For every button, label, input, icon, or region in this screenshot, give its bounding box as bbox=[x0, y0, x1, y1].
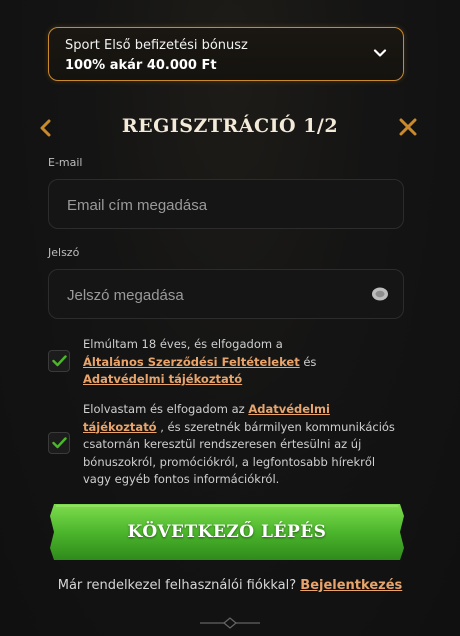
checkmark-icon bbox=[52, 355, 67, 367]
password-field[interactable] bbox=[65, 270, 369, 320]
terms-link[interactable]: Általános Szerződési Feltételeket bbox=[83, 355, 300, 369]
consent1-mid: és bbox=[303, 354, 317, 369]
bonus-value: 100% akár 40.000 Ft bbox=[65, 58, 217, 73]
consent2-text: Elolvastam és elfogadom az bbox=[83, 402, 245, 416]
next-step-label: KÖVETKEZŐ LÉPÉS bbox=[127, 522, 327, 542]
consent1-text: Elmúltam 18 éves, és elfogadom a bbox=[83, 337, 283, 351]
login-link[interactable]: Bejelentkezés bbox=[300, 578, 402, 593]
page-title: REGISZTRÁCIÓ 1/2 bbox=[121, 115, 339, 137]
login-prompt: Már rendelkezel felhasználói fiókkal? Be… bbox=[0, 578, 460, 593]
age-terms-text: Elmúltam 18 éves, és elfogadom a Általán… bbox=[83, 336, 405, 389]
email-field[interactable] bbox=[65, 180, 369, 230]
marketing-consent-text: Elolvastam és elfogadom az Adatvédelmi t… bbox=[83, 401, 405, 489]
close-icon[interactable] bbox=[398, 117, 418, 137]
email-label: E-mail bbox=[48, 156, 83, 169]
ornament-icon bbox=[200, 617, 260, 629]
password-field-box bbox=[48, 269, 404, 320]
checkmark-icon bbox=[52, 437, 67, 449]
marketing-checkbox[interactable] bbox=[48, 432, 70, 454]
registration-page: Sport Első befizetési bónusz 100% akár 4… bbox=[0, 0, 460, 636]
chevron-down-icon bbox=[373, 49, 387, 57]
password-label: Jelszó bbox=[48, 246, 80, 259]
age-terms-checkbox[interactable] bbox=[48, 350, 70, 372]
eye-icon[interactable] bbox=[371, 286, 389, 302]
email-field-box bbox=[48, 179, 404, 230]
next-step-button[interactable]: KÖVETKEZŐ LÉPÉS bbox=[48, 502, 406, 562]
login-text: Már rendelkezel felhasználói fiókkal? bbox=[57, 578, 297, 593]
privacy-link[interactable]: Adatvédelmi tájékoztató bbox=[83, 372, 242, 386]
bonus-title: Sport Első befizetési bónusz bbox=[65, 38, 248, 53]
bonus-dropdown[interactable]: Sport Első befizetési bónusz 100% akár 4… bbox=[48, 27, 404, 81]
